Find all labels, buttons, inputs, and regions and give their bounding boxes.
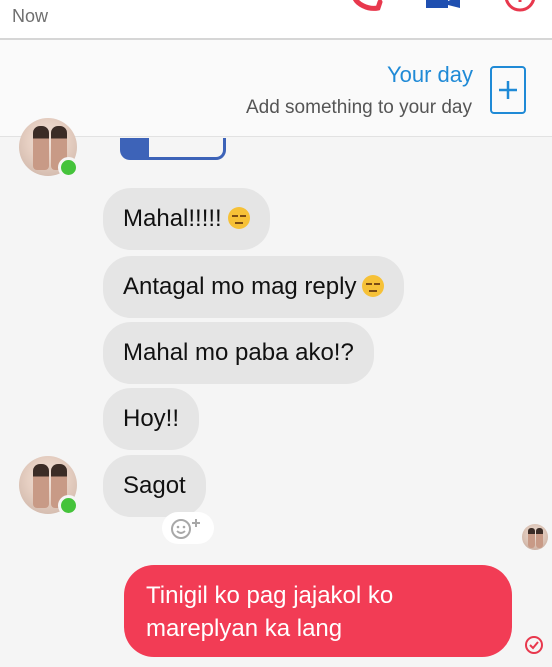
received-message[interactable]: Antagal mo mag reply bbox=[103, 256, 405, 318]
received-message[interactable]: Hoy!! bbox=[103, 388, 200, 450]
message-text: mareplyan ka lang bbox=[146, 615, 343, 642]
video-icon[interactable] bbox=[422, 0, 466, 12]
received-message[interactable]: Mahal!!!!! bbox=[103, 188, 270, 250]
your-day-banner[interactable]: Your day Add something to your day bbox=[0, 40, 552, 137]
message-text: Mahal!!!!! bbox=[123, 205, 222, 232]
received-message[interactable]: Sagot bbox=[103, 455, 206, 517]
add-reaction-icon bbox=[171, 519, 200, 539]
your-day-subtitle: Add something to your day bbox=[245, 97, 472, 118]
received-message[interactable]: Mahal mo paba ako!? bbox=[103, 322, 374, 384]
online-status-dot bbox=[58, 157, 79, 178]
delivered-check-icon bbox=[525, 636, 543, 654]
message-text: Sagot bbox=[123, 472, 186, 499]
online-status-dot bbox=[58, 495, 79, 516]
attachment-card-fill bbox=[123, 138, 149, 157]
add-to-day-button[interactable] bbox=[490, 66, 526, 114]
message-text: Antagal mo mag reply bbox=[123, 273, 357, 300]
conversation-header: Now bbox=[0, 0, 552, 40]
plus-icon bbox=[499, 81, 517, 99]
active-status-label: Now bbox=[12, 6, 49, 26]
sent-message[interactable]: Tinigil ko pag jajakol ko mareplyan ka l… bbox=[124, 565, 512, 657]
contact-avatar[interactable] bbox=[19, 456, 79, 516]
message-text: Tinigil ko pag jajakol ko bbox=[146, 582, 394, 609]
avatar-figure bbox=[33, 464, 49, 508]
add-reaction-button[interactable] bbox=[162, 512, 214, 544]
previous-attachment-card[interactable] bbox=[120, 138, 226, 160]
avatar-figure bbox=[33, 126, 49, 170]
pensive-emoji bbox=[362, 275, 385, 297]
contact-avatar[interactable] bbox=[19, 118, 79, 178]
your-day-title[interactable]: Your day bbox=[387, 62, 473, 88]
seen-by-avatar bbox=[522, 524, 548, 550]
message-text: Mahal mo paba ako!? bbox=[123, 339, 354, 366]
unamused-emoji bbox=[227, 207, 250, 229]
phone-icon[interactable] bbox=[346, 0, 386, 12]
info-icon[interactable] bbox=[502, 0, 538, 12]
message-text: Hoy!! bbox=[123, 405, 180, 432]
